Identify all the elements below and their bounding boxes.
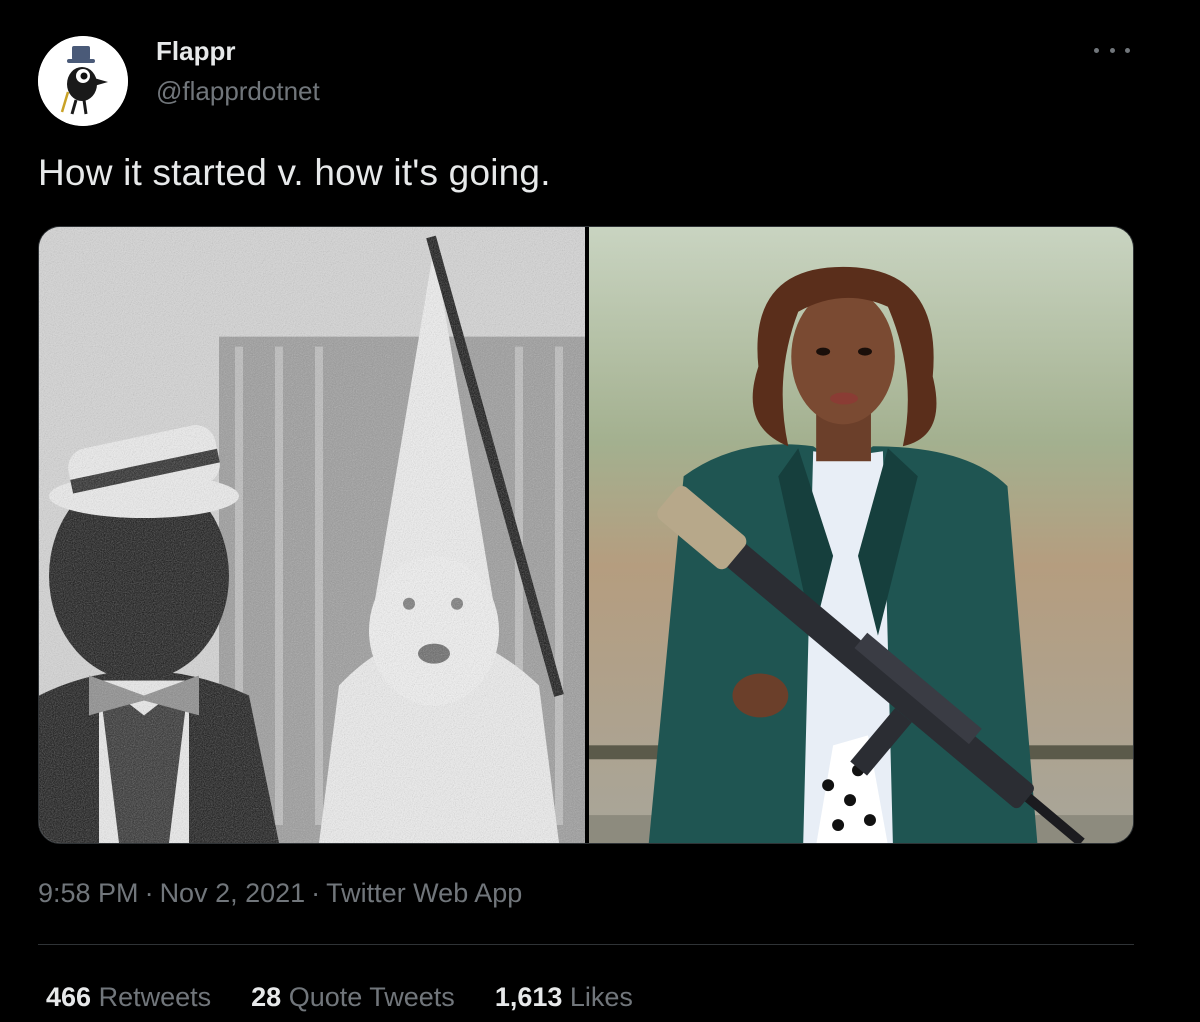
left-photo[interactable] — [39, 227, 585, 843]
separator: · — [311, 878, 321, 908]
author-display-name[interactable]: Flappr — [156, 36, 235, 67]
tweet: Flappr @flapprdotnet How it started v. h… — [0, 0, 1200, 1022]
ellipsis-icon[interactable] — [1094, 40, 1130, 60]
tweet-text: How it started v. how it's going. — [38, 152, 551, 193]
color-portrait-photo — [589, 227, 1133, 843]
author-handle[interactable]: @flapprdotnet — [156, 76, 320, 107]
right-photo[interactable] — [589, 227, 1133, 843]
retweets-link[interactable]: 466 Retweets — [46, 982, 211, 1013]
retweets-label: Retweets — [98, 982, 212, 1012]
tweet-time[interactable]: 9:58 PM — [38, 878, 139, 908]
divider — [38, 944, 1134, 945]
crow-with-top-hat-icon — [38, 36, 128, 126]
separator: · — [144, 878, 154, 908]
dot — [1094, 47, 1099, 53]
tweet-stats: 466 Retweets 28 Quote Tweets 1,613 Likes — [46, 982, 633, 1013]
quote-tweets-count: 28 — [251, 982, 282, 1012]
tweet-timestamp: 9:58 PM · Nov 2, 2021 · Twitter Web App — [38, 878, 522, 909]
tweet-date[interactable]: Nov 2, 2021 — [160, 878, 306, 908]
tweet-media[interactable] — [38, 226, 1134, 844]
likes-label: Likes — [569, 982, 633, 1012]
likes-link[interactable]: 1,613 Likes — [495, 982, 633, 1013]
quote-tweets-label: Quote Tweets — [288, 982, 455, 1012]
likes-count: 1,613 — [494, 982, 563, 1012]
tweet-source[interactable]: Twitter Web App — [326, 878, 522, 908]
avatar[interactable] — [38, 36, 128, 126]
dot — [1125, 47, 1130, 53]
retweets-count: 466 — [46, 982, 92, 1012]
dot — [1109, 47, 1115, 53]
black-and-white-yearbook-photo — [39, 227, 585, 843]
quote-tweets-link[interactable]: 28 Quote Tweets — [251, 982, 455, 1013]
